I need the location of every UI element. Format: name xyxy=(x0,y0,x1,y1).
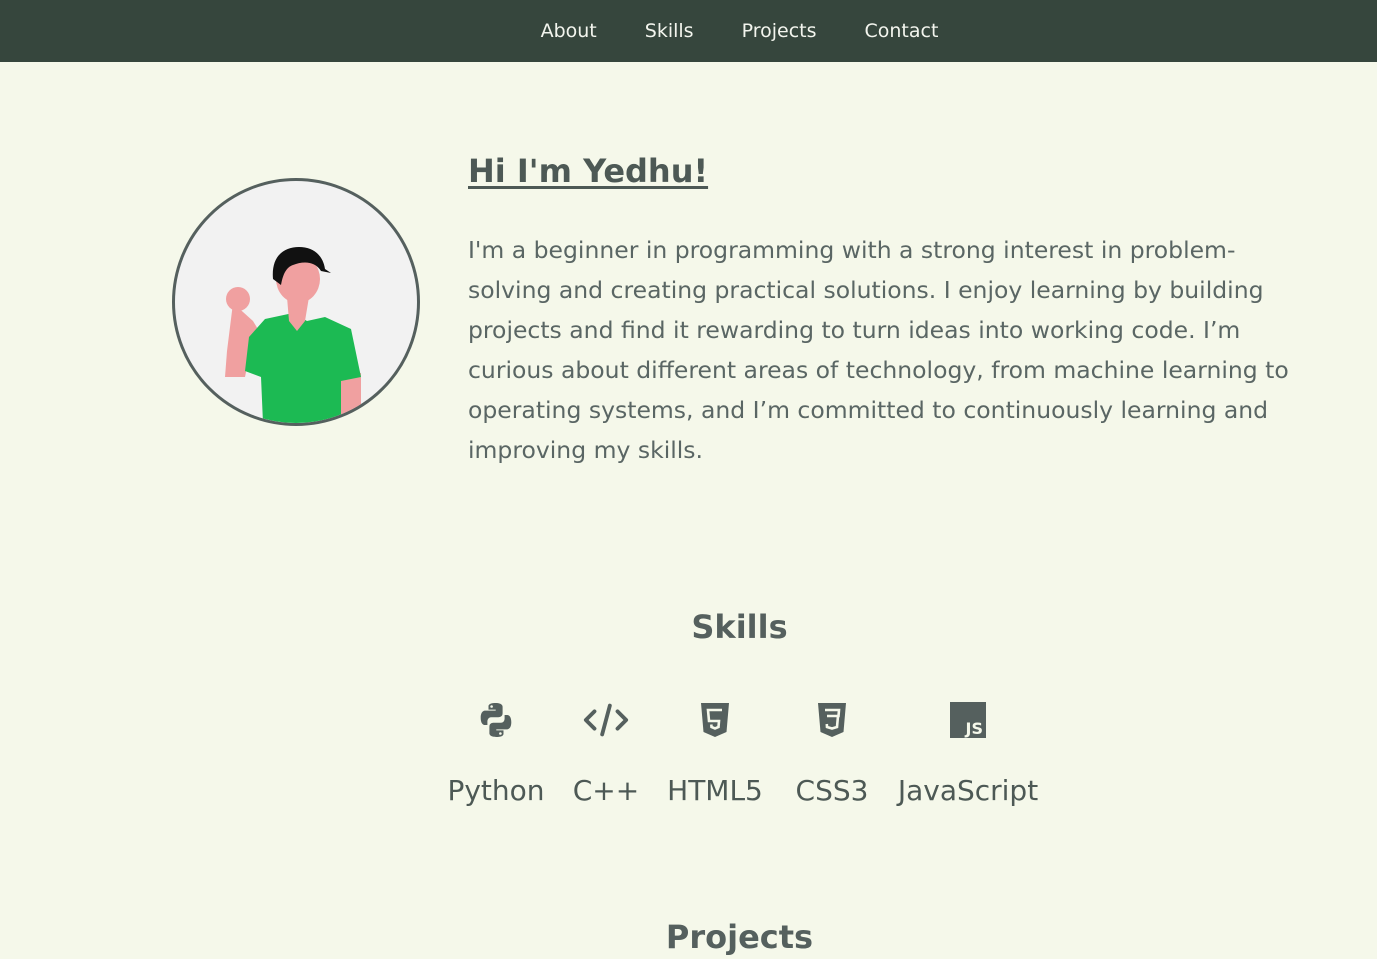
skill-cpp: C++ xyxy=(544,696,668,807)
javascript-icon: JS xyxy=(944,696,992,744)
skills-list: Python C++ HTML5 CSS3 JS JavaScript xyxy=(447,696,1038,807)
nav-menu: About Skills Projects Contact xyxy=(517,0,963,62)
nav-link-contact[interactable]: Contact xyxy=(840,0,962,62)
page-title: Hi I'm Yedhu! xyxy=(468,152,709,190)
html5-icon xyxy=(691,696,739,744)
python-icon xyxy=(472,696,520,744)
skill-label: CSS3 xyxy=(795,774,869,807)
code-icon xyxy=(582,696,630,744)
avatar xyxy=(172,178,420,426)
skill-label: JavaScript xyxy=(897,774,1039,807)
nav-link-skills[interactable]: Skills xyxy=(621,0,718,62)
top-navbar: About Skills Projects Contact xyxy=(0,0,1377,62)
skill-html5: HTML5 xyxy=(667,696,763,807)
svg-text:JS: JS xyxy=(965,719,983,738)
about-description: I'm a beginner in programming with a str… xyxy=(468,236,1289,464)
skill-javascript: JS JavaScript xyxy=(898,696,1038,807)
skill-label: C++ xyxy=(572,774,640,807)
about-section: Hi I'm Yedhu! I'm a beginner in programm… xyxy=(0,62,1377,562)
projects-heading: Projects xyxy=(665,918,814,956)
skill-label: HTML5 xyxy=(667,774,763,807)
css3-icon xyxy=(808,696,856,744)
waving-person-illustration xyxy=(225,247,361,423)
nav-link-about[interactable]: About xyxy=(517,0,621,62)
nav-link-projects[interactable]: Projects xyxy=(718,0,841,62)
skill-label: Python xyxy=(447,774,545,807)
skills-heading: Skills xyxy=(691,608,788,646)
skill-css3: CSS3 xyxy=(762,696,902,807)
skill-python: Python xyxy=(447,696,545,807)
